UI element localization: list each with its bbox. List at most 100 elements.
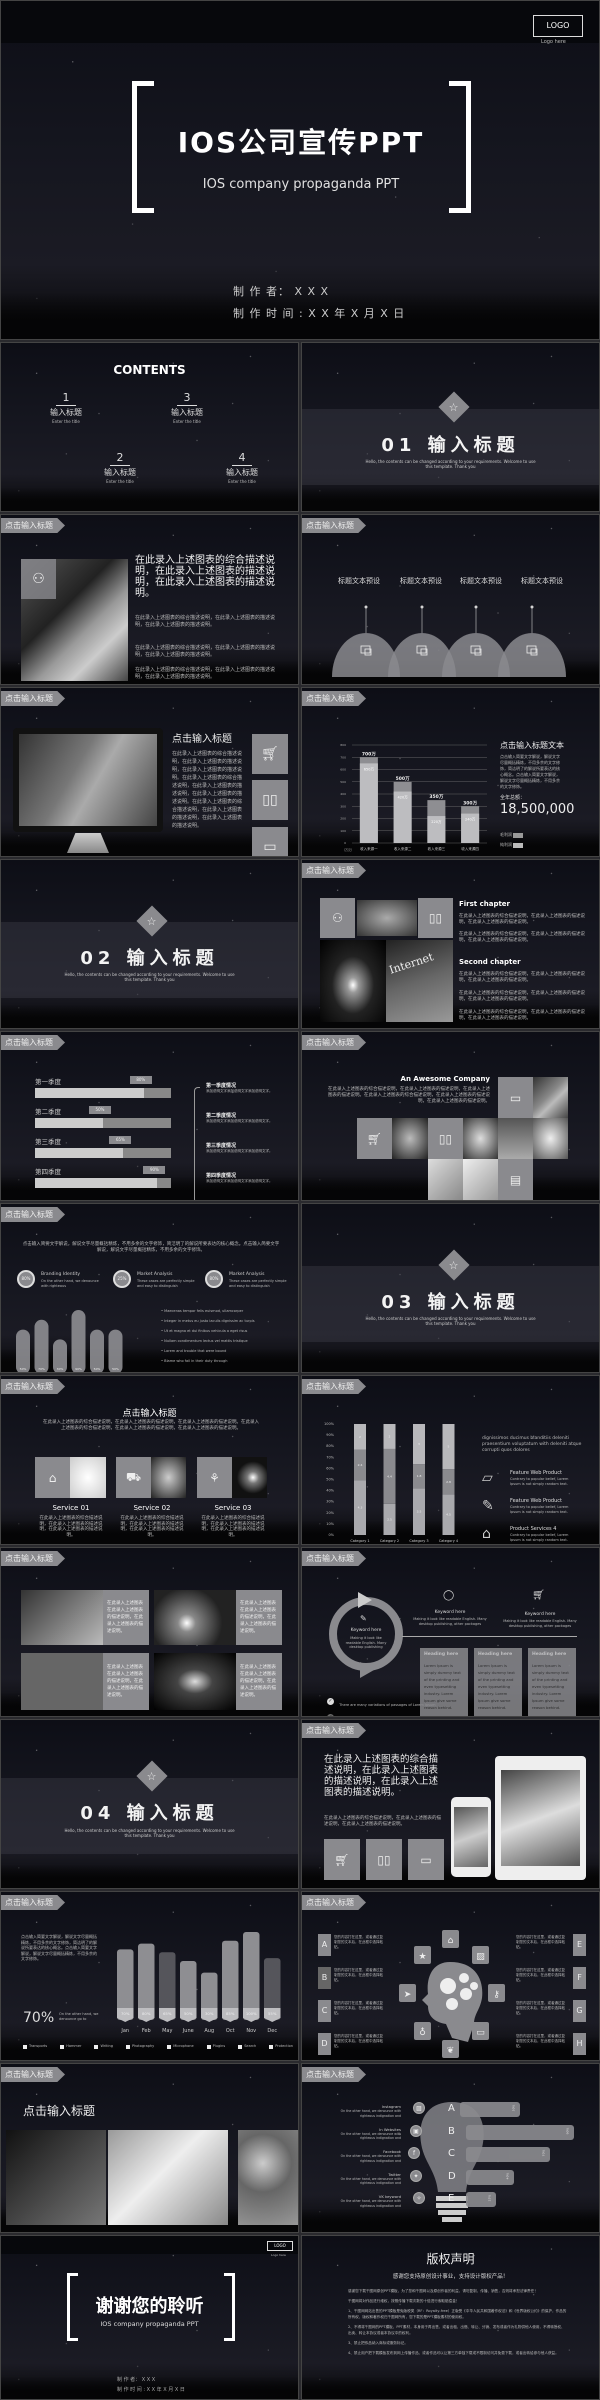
slide-13-stacked-chart[interactable]: 点击输入标题 0% 10% 20% 30% 40% 50% 60% 70% 80% 90% 100%…: [301, 1375, 600, 1545]
slide-9-company[interactable]: 点击输入标题 An Awesome Company 在此录入上述图表的综合描述说…: [301, 1031, 600, 1201]
legend-checkbox[interactable]: [238, 2044, 243, 2049]
person-icon: ◯: [443, 1590, 455, 1601]
legend-checkbox[interactable]: [60, 2044, 65, 2049]
bullet-item: • Ut et magna et dui finibus vehicula a …: [161, 1329, 248, 1333]
slide-section-02[interactable]: ☆ 02 输入标题 Hello, the contents can be cha…: [0, 859, 299, 1029]
legend-checkbox[interactable]: [94, 2044, 99, 2049]
toc-item-3[interactable]: 3 输入标题 Enter the title: [167, 391, 207, 425]
slide-4[interactable]: 点击输入标题 标题文本预设 标题文本预设 标题文本预设 标题文本预设: [301, 514, 600, 685]
star-icon: ☆: [147, 1769, 157, 1783]
total-value: 18,500,000: [500, 802, 575, 817]
slide-10-stats[interactable]: 点击输入标题 点击输入简要文字解说，解说文字尽量概括精炼，不用多余的文字修饰，简…: [0, 1203, 299, 1373]
feature-text: Contrary to popular belief, Lorem Ipsum …: [510, 1505, 569, 1514]
photo-globe: [238, 2130, 298, 2225]
legend-checkbox[interactable]: [23, 2044, 27, 2049]
circle-text: These cases are perfectly simple and eas…: [229, 1279, 287, 1288]
legend-checkbox[interactable]: [269, 2044, 274, 2049]
pill-chart: 50% 70% 30% 90% 50% 50%: [16, 1310, 123, 1372]
slide-6-revenue-chart[interactable]: 点击输入标题 0 100 200 300 400 500 600 700 800 （万元） 700万…: [301, 687, 600, 857]
slide-18-monthly-chart[interactable]: 点击输入标题 点击输入简要文字解说，解说文字尽量概括精炼，不用多余的文字修饰，简…: [0, 1891, 299, 2061]
slide-5[interactable]: 点击输入标题 点击输入标题 在此录入上述图表的综合描述说明，在此录入上述图表的描…: [0, 687, 299, 857]
y-tick-label: 100%: [324, 1422, 335, 1426]
note-title: 第一季度情况: [206, 1083, 237, 1089]
copyright-subtitle: 感谢您支持原创设计事业，支持设计版权产品！: [392, 2274, 509, 2280]
y-tick-label: 70%: [326, 1455, 334, 1459]
toc-title: 输入标题: [226, 468, 258, 477]
slide-copyright[interactable]: 版权声明 感谢您支持原创设计事业，支持设计版权产品！ 感谢您下载千图网原创PPT…: [301, 2235, 600, 2400]
month-value-label: 80%: [142, 2011, 151, 2016]
tablet-frame: [495, 1756, 586, 1880]
slide-contents[interactable]: CONTENTS 1 输入标题 Enter the title 3 输入标题 E…: [0, 342, 299, 512]
slide-section-04[interactable]: ☆ 04 输入标题 Hello, the contents can be cha…: [0, 1719, 299, 1889]
slide-21-bulb-chart[interactable]: 点击输入标题 Instagram On the other hand, we de…: [301, 2063, 600, 2233]
legend-checkbox[interactable]: [206, 2044, 211, 2049]
toc-item-1[interactable]: 1 输入标题 Enter the title: [46, 391, 86, 425]
book-icon-box: ▯▯: [418, 898, 453, 938]
y-tick-label: 400: [340, 792, 346, 796]
legend-checkbox[interactable]: [167, 2044, 172, 2049]
segment-label: 1.8: [417, 1474, 422, 1478]
social-icon: ✦: [410, 2169, 422, 2182]
x-tick-label: Category 3: [409, 1539, 428, 1543]
palette-icon: ✎: [482, 1498, 494, 1514]
letter-box: D: [318, 2033, 331, 2055]
slide-8-quarters[interactable]: 点击输入标题 第一季度 80% 第二季度 50% 第三季度 65% 第四季度 90% 第一季度…: [0, 1031, 299, 1201]
grid-photo-1: [21, 1590, 103, 1645]
legend-item: Hammer: [60, 2043, 81, 2050]
legend-label: Transports: [29, 2044, 48, 2048]
feature-1: ▱ Feature Web Product Contrary to popula…: [480, 1470, 590, 1490]
toc-item-4[interactable]: 4 输入标题 Enter the title: [222, 451, 262, 485]
cart-icon: 🛒︎: [334, 1852, 350, 1867]
bar-inner-label: 420万: [398, 796, 409, 800]
slide-thank-you[interactable]: LOGO Logo here 谢谢您的聆听 IOS company propag…: [0, 2235, 299, 2400]
phone-frame: [451, 1797, 491, 1877]
mouse-icon: ⌂: [48, 1470, 57, 1485]
slide-3[interactable]: 点击输入标题 ⚇ 在此录入上述图表的综合描述说明，在此录入上述图表的描述说明，在…: [0, 514, 299, 685]
x-tick-label: 收入来源四: [461, 846, 479, 851]
pill-label: 30%: [57, 1367, 64, 1371]
bulb-value-label: 70%: [541, 2149, 546, 2157]
legend-checkbox[interactable]: [125, 2044, 130, 2049]
month-value-label: 50%: [184, 2011, 193, 2016]
note-title: 第二季度情况: [206, 1113, 237, 1119]
legend-label: Search: [244, 2044, 257, 2048]
progress-circles: 80% Branding Identity On the other hand, w…: [17, 1270, 297, 1294]
logo-box: LOGO: [533, 15, 583, 37]
slide-17-devices[interactable]: 点击输入标题 在此录入上述图表的综合描述说明，在此录入上述图表的描述说明，在此录…: [301, 1719, 600, 1889]
quarter-row: 第四季度 90%: [35, 1166, 171, 1196]
person-icon: ⚇: [32, 571, 45, 587]
star-icon: ☆: [147, 914, 157, 928]
slide-7-chapters[interactable]: 点击输入标题 ⚇ ▯▯ Internet First chapter 在此录入上…: [301, 859, 600, 1029]
slide-12-services[interactable]: 点击输入标题 点击输入标题 在此录入上述图表的综合描述说明，在此录入上述图表的描…: [0, 1375, 299, 1545]
slide-tag: 点击输入标题: [1, 1207, 65, 1222]
legend-swatch: [513, 842, 524, 848]
slide-15-cycle[interactable]: 点击输入标题 ✎ Keyword here Making it look lik…: [301, 1547, 600, 1717]
toc-sub: Enter the title: [228, 479, 256, 484]
monthly-legend: Transports Hammer Writing Photography Microp…: [23, 2043, 293, 2050]
slide-20-photos[interactable]: 点击输入标题 点击输入标题: [0, 2063, 299, 2233]
keyword-1-title: Keyword here: [434, 1610, 466, 1615]
cover-title: IOS公司宣传PPT: [177, 126, 425, 159]
feature-3: ⌂ Product Services 4 Contrary to popular…: [480, 1526, 590, 1544]
grid-text: 在此录入上述图表在此录入上述图表的描述说明，在此录入上述图表的描述说明。: [107, 1601, 143, 1634]
photo-touch-screen: [6, 2130, 106, 2225]
percent-text: On the other hand, we denounce go to: [59, 2012, 99, 2021]
quarter-fill: [35, 1088, 144, 1098]
bullet-item: • Blame who fail in their duty through: [161, 1359, 228, 1363]
slide-14-image-grid[interactable]: 点击输入标题 在此录入上述图表在此录入上述图表的描述说明，在此录入上述图表的描述…: [0, 1547, 299, 1717]
slide-cover[interactable]: LOGO Logo here IOS公司宣传PPT IOS company pr…: [0, 0, 600, 340]
y-tick-label: 300: [340, 804, 346, 808]
calendar-icon-box: ▤: [498, 1159, 533, 1200]
pill-label: 50%: [94, 1367, 101, 1371]
slide-19-head-diagram[interactable]: 点击输入标题 A 您的内容打在这里，或者通过复制您的文本后，在此框中选择粘贴。 B 您…: [301, 1891, 600, 2061]
slide-section-03[interactable]: ☆ 03 输入标题 Hello, the contents can be cha…: [301, 1203, 600, 1373]
y-tick-label: 90%: [326, 1433, 334, 1437]
letter-box: E: [573, 1934, 586, 1956]
toc-item-2[interactable]: 2 输入标题 Enter the title: [100, 451, 140, 485]
star-icon: ☆: [449, 1258, 459, 1272]
month-bar: [243, 1932, 260, 2020]
grid-text: 在此录入上述图表在此录入上述图表的描述说明，在此录入上述图表的描述说明。: [107, 1665, 143, 1698]
slide-section-01[interactable]: ☆ 01 输入标题 Hello, the contents can be cha…: [301, 342, 600, 512]
s5-title: 点击输入标题: [172, 734, 232, 745]
slide-tag: 点击输入标题: [302, 1895, 366, 1910]
